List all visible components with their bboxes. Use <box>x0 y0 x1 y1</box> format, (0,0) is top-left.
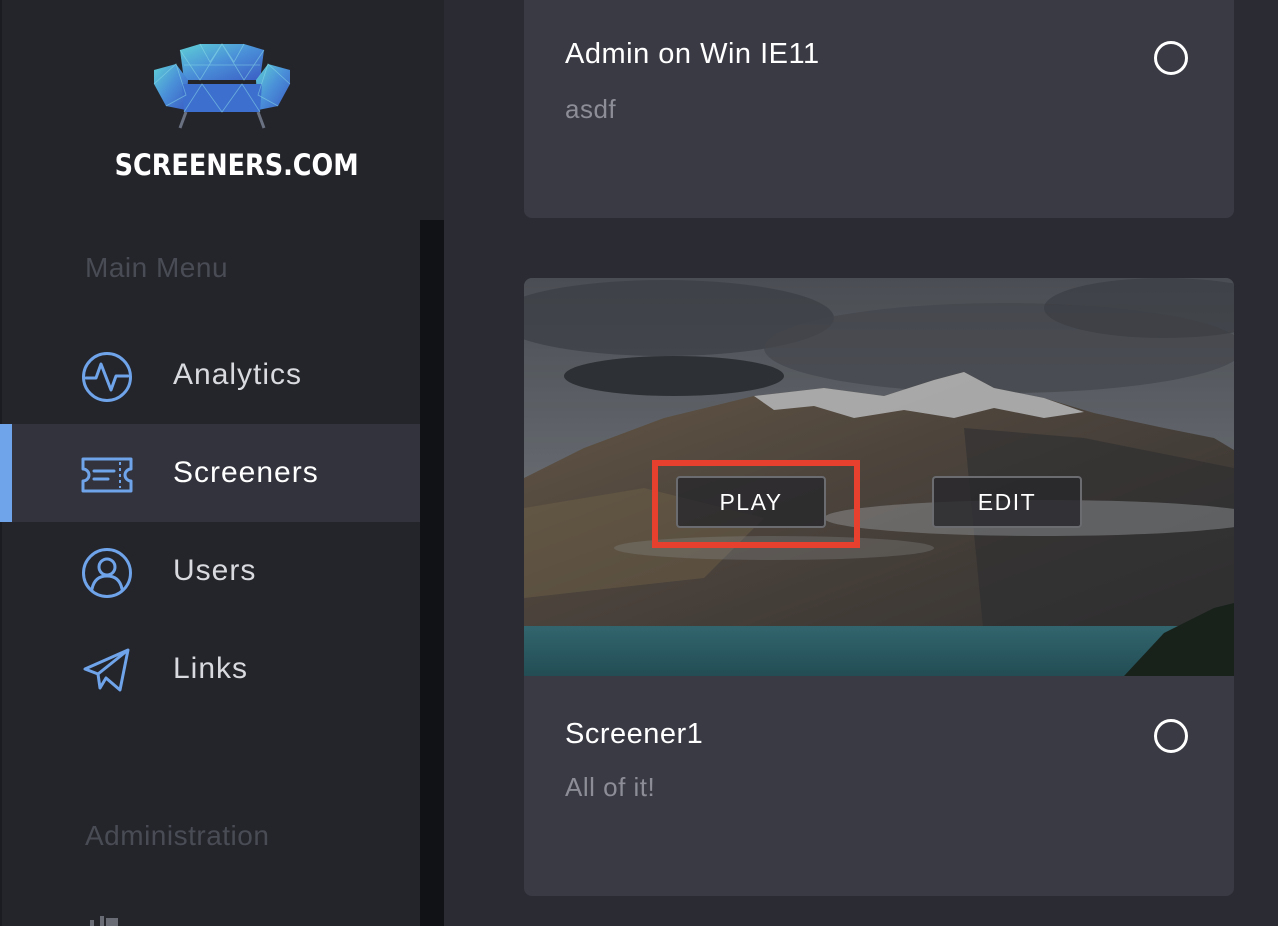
user-icon <box>82 548 132 598</box>
mountain-landscape-image <box>524 278 1234 676</box>
analytics-icon <box>82 352 132 402</box>
card-title: Screener1 <box>565 718 704 750</box>
card-subtitle: asdf <box>565 94 617 124</box>
main-menu-heading: Main Menu <box>85 252 229 283</box>
active-indicator <box>0 424 12 522</box>
ticket-icon <box>81 457 133 493</box>
sidebar-item-label: Users <box>173 554 257 587</box>
sidebar-item-users[interactable]: Users <box>0 522 420 620</box>
sidebar: SCREENERS.COM Main Menu Analytics Screen… <box>0 0 444 926</box>
sofa-logo-icon <box>153 43 291 129</box>
select-radio[interactable] <box>1154 41 1188 75</box>
card-title: Admin on Win IE11 <box>565 38 820 70</box>
sidebar-item-label: Links <box>173 652 249 685</box>
brand-name: SCREENERS.COM <box>114 148 359 182</box>
screener-card[interactable]: Admin on Win IE11 asdf <box>524 0 1234 218</box>
sidebar-scrollbar[interactable] <box>420 220 444 926</box>
sidebar-item-links[interactable]: Links <box>0 620 420 718</box>
screener-thumbnail <box>524 278 1234 676</box>
sidebar-item-label: Analytics <box>173 358 303 391</box>
brand-logo[interactable]: SCREENERS.COM <box>100 40 359 190</box>
select-radio[interactable] <box>1154 719 1188 753</box>
administration-heading: Administration <box>85 820 270 851</box>
sidebar-item-screeners[interactable]: Screeners <box>0 424 420 522</box>
sidebar-item-label: Screeners <box>173 456 319 489</box>
screener-card[interactable]: PLAY EDIT Screener1 All of it! <box>524 278 1234 896</box>
settings-icon <box>90 916 118 926</box>
sidebar-item-analytics[interactable]: Analytics <box>0 326 420 424</box>
paper-plane-icon <box>83 648 130 692</box>
main-content: Admin on Win IE11 asdf PLAY EDIT Screene… <box>444 0 1278 926</box>
edit-button[interactable]: EDIT <box>932 476 1082 528</box>
card-subtitle: All of it! <box>565 772 656 802</box>
play-button[interactable]: PLAY <box>676 476 826 528</box>
